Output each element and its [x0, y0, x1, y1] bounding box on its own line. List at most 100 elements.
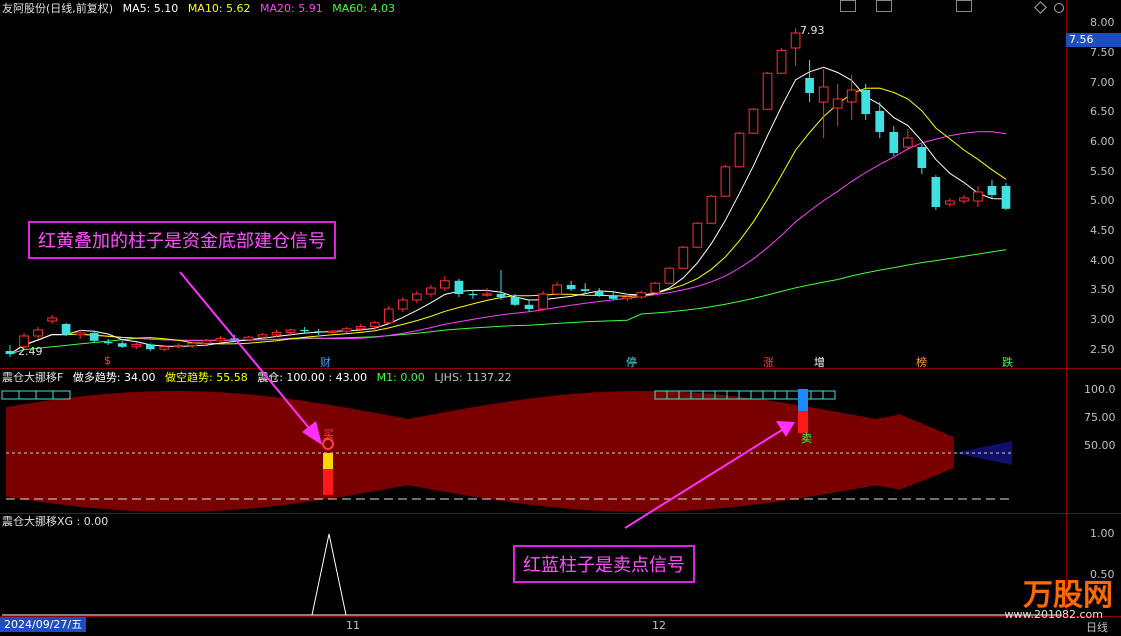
candle-body	[75, 332, 85, 336]
candle-body	[790, 32, 801, 49]
shake-envelope	[6, 391, 954, 512]
candle-body	[846, 89, 857, 103]
price-tick: 7.50	[1090, 46, 1115, 59]
candle-body	[173, 345, 184, 348]
sell-signal-label: 卖	[801, 432, 812, 445]
candle-body	[706, 195, 717, 224]
m1-value: M1: 0.00	[376, 371, 425, 384]
signal-box	[1, 390, 20, 400]
price-tick: 4.50	[1090, 224, 1115, 237]
candle-body	[959, 197, 969, 202]
candle-body	[734, 132, 745, 168]
price-tick: 6.50	[1090, 105, 1115, 118]
candle-body	[1001, 186, 1011, 209]
candle-body	[748, 108, 759, 134]
buy-signal-callout: 红黄叠加的柱子是资金底部建仓信号	[28, 221, 336, 259]
indicator-chart	[1, 389, 1012, 512]
candle-body	[201, 340, 212, 344]
candle-body	[440, 280, 450, 289]
price-tick: 6.00	[1090, 135, 1115, 148]
candle-body	[917, 147, 927, 168]
candle-body	[341, 328, 352, 332]
candle-body	[931, 177, 941, 207]
price-tick: 2.50	[1090, 343, 1115, 356]
indicator-tick: 75.00	[1084, 411, 1116, 424]
buy-bar-red	[323, 469, 333, 495]
date-cursor[interactable]: 2024/09/27/五	[0, 617, 87, 632]
candle-body	[355, 325, 366, 330]
candle-body	[720, 166, 731, 197]
candle-body	[33, 329, 43, 337]
candle-body	[215, 337, 226, 342]
signal-box	[762, 390, 776, 400]
ljhs-value: LJHS: 1137.22	[434, 371, 512, 384]
panel-divider	[0, 513, 1121, 514]
period-label[interactable]: 日线	[1086, 619, 1108, 635]
candle-body	[608, 295, 618, 299]
candle-body	[47, 317, 57, 322]
candle-body	[805, 78, 814, 93]
signal-box	[786, 390, 800, 400]
xg-title[interactable]: 震仓大挪移XG : 0.00	[2, 515, 108, 528]
current-price-tag: 7.56	[1066, 33, 1121, 47]
signal-box	[822, 390, 836, 400]
signal-box	[774, 390, 788, 400]
candle-body	[818, 86, 829, 103]
xg-spike	[311, 533, 347, 616]
candle-body	[425, 287, 436, 295]
indicator-title[interactable]: 震仓大挪移F	[2, 371, 63, 384]
candle-body	[762, 72, 773, 110]
month-label: 12	[652, 619, 666, 632]
candle-body	[973, 191, 983, 202]
buy-signal-label: 买	[323, 428, 334, 441]
candle-body	[510, 297, 520, 305]
signal-box	[35, 390, 54, 400]
candle-body	[987, 186, 997, 195]
shake-value: 震仓: 100.00 : 43.00	[257, 371, 368, 384]
sell-bar-blue	[798, 389, 808, 411]
candle-body	[300, 330, 309, 332]
candle-body	[230, 338, 239, 340]
indicator-tick: 50.00	[1084, 439, 1116, 452]
stock-chart-app: 友阿股份(日线,前复权) MA5: 5.10 MA10: 5.62 MA20: …	[0, 0, 1121, 636]
candle-body	[411, 293, 422, 301]
candle-body	[552, 284, 562, 295]
high-price-label: 7.93	[800, 24, 825, 37]
sell-signal-callout: 红蓝柱子是卖点信号	[513, 545, 695, 583]
candle-body	[524, 304, 534, 309]
candle-body	[5, 351, 15, 354]
price-tick: 5.00	[1090, 194, 1115, 207]
price-tick: 3.00	[1090, 313, 1115, 326]
candle-body	[131, 343, 142, 348]
signal-box	[52, 390, 71, 400]
candle-body	[945, 200, 955, 205]
ma5-line	[9, 66, 1007, 355]
price-chart	[5, 28, 1011, 357]
candle-body	[692, 222, 703, 248]
candle-body	[861, 90, 871, 114]
candle-body	[397, 299, 408, 310]
month-label: 11	[346, 619, 360, 632]
candle-body	[187, 342, 198, 347]
candle-body	[145, 344, 155, 350]
xg-tick: 1.00	[1090, 527, 1115, 540]
event-marker[interactable]: $	[104, 354, 111, 367]
signal-box	[18, 390, 37, 400]
panel-divider	[0, 616, 1121, 617]
candle-body	[664, 267, 675, 284]
candle-body	[243, 336, 254, 341]
candle-body	[89, 333, 99, 341]
candle-body	[622, 296, 633, 300]
candle-body	[636, 292, 647, 298]
candle-body	[902, 137, 913, 148]
candle-body	[566, 285, 576, 290]
short-trend-value: 做空趋势: 55.58	[165, 371, 248, 384]
axis-separator	[1066, 0, 1067, 617]
candle-body	[369, 322, 380, 327]
price-tick: 3.50	[1090, 283, 1115, 296]
candle-body	[594, 291, 604, 296]
candle-body	[327, 330, 338, 333]
candle-body	[314, 331, 323, 333]
signal-box	[810, 390, 824, 400]
candle-body	[832, 98, 843, 109]
